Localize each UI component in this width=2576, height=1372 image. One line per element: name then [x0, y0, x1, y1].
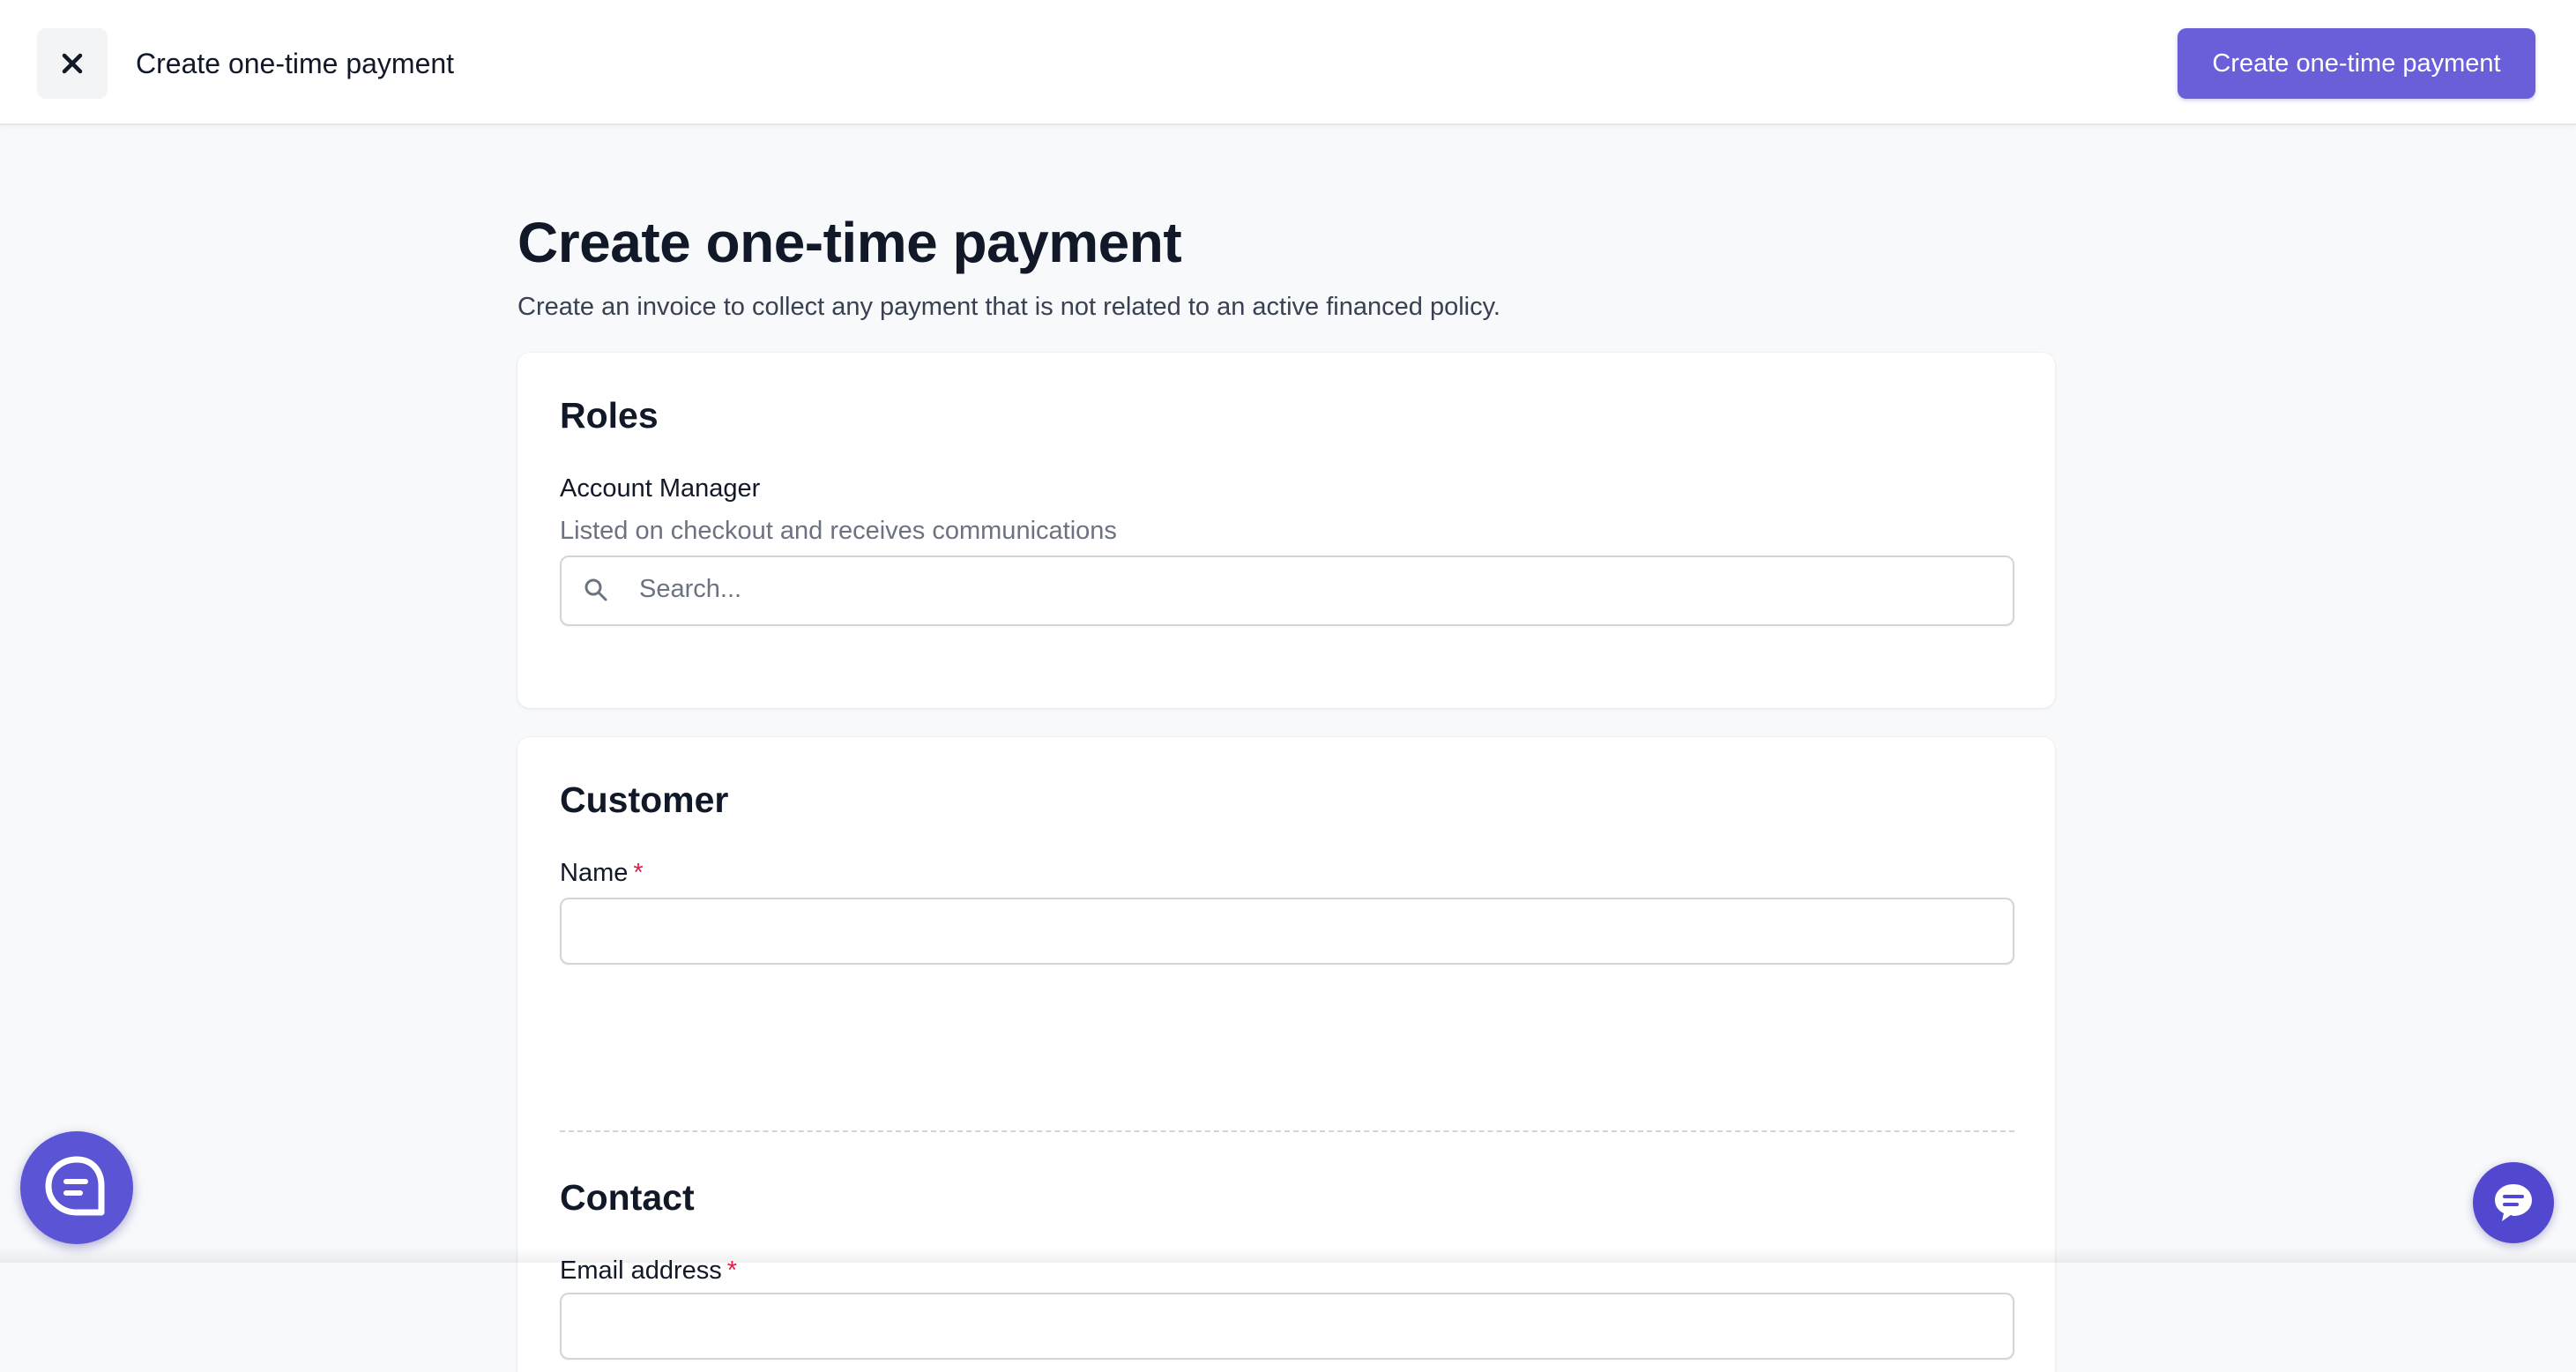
- bottom-shadow: [0, 1247, 2576, 1263]
- contact-section-title: Contact: [560, 1177, 695, 1218]
- customer-name-input[interactable]: [560, 898, 2014, 965]
- customer-section-title: Customer: [560, 779, 729, 820]
- account-manager-help: Listed on checkout and receives communic…: [560, 517, 1117, 545]
- name-label: Name *: [560, 855, 644, 891]
- help-chat-launcher[interactable]: [20, 1131, 133, 1244]
- name-label-text: Name: [560, 859, 629, 887]
- chat-bubble-icon: [45, 1156, 105, 1216]
- message-icon: [2495, 1184, 2532, 1221]
- name-required-marker: *: [633, 859, 644, 887]
- page-subtitle: Create an invoice to collect any payment…: [517, 293, 1500, 321]
- roles-card: Roles Account Manager Listed on checkout…: [517, 353, 2055, 708]
- roles-section-title: Roles: [560, 395, 659, 436]
- create-payment-button[interactable]: Create one-time payment: [2178, 28, 2535, 99]
- section-divider: [560, 1130, 2014, 1132]
- account-manager-label: Account Manager: [560, 474, 761, 503]
- close-button[interactable]: [37, 28, 108, 99]
- top-bar-title: Create one-time payment: [136, 48, 455, 79]
- top-bar: Create one-time payment Create one-time …: [0, 0, 2576, 125]
- close-icon: [62, 53, 83, 74]
- account-manager-search-input[interactable]: Search...: [560, 556, 2014, 626]
- search-icon: [584, 578, 607, 601]
- search-placeholder: Search...: [639, 575, 742, 603]
- customer-card: Customer Name * Contact Email address *: [517, 737, 2055, 1372]
- page-title: Create one-time payment: [517, 211, 1182, 274]
- support-chat-button[interactable]: [2473, 1162, 2554, 1243]
- email-address-input[interactable]: [560, 1293, 2014, 1360]
